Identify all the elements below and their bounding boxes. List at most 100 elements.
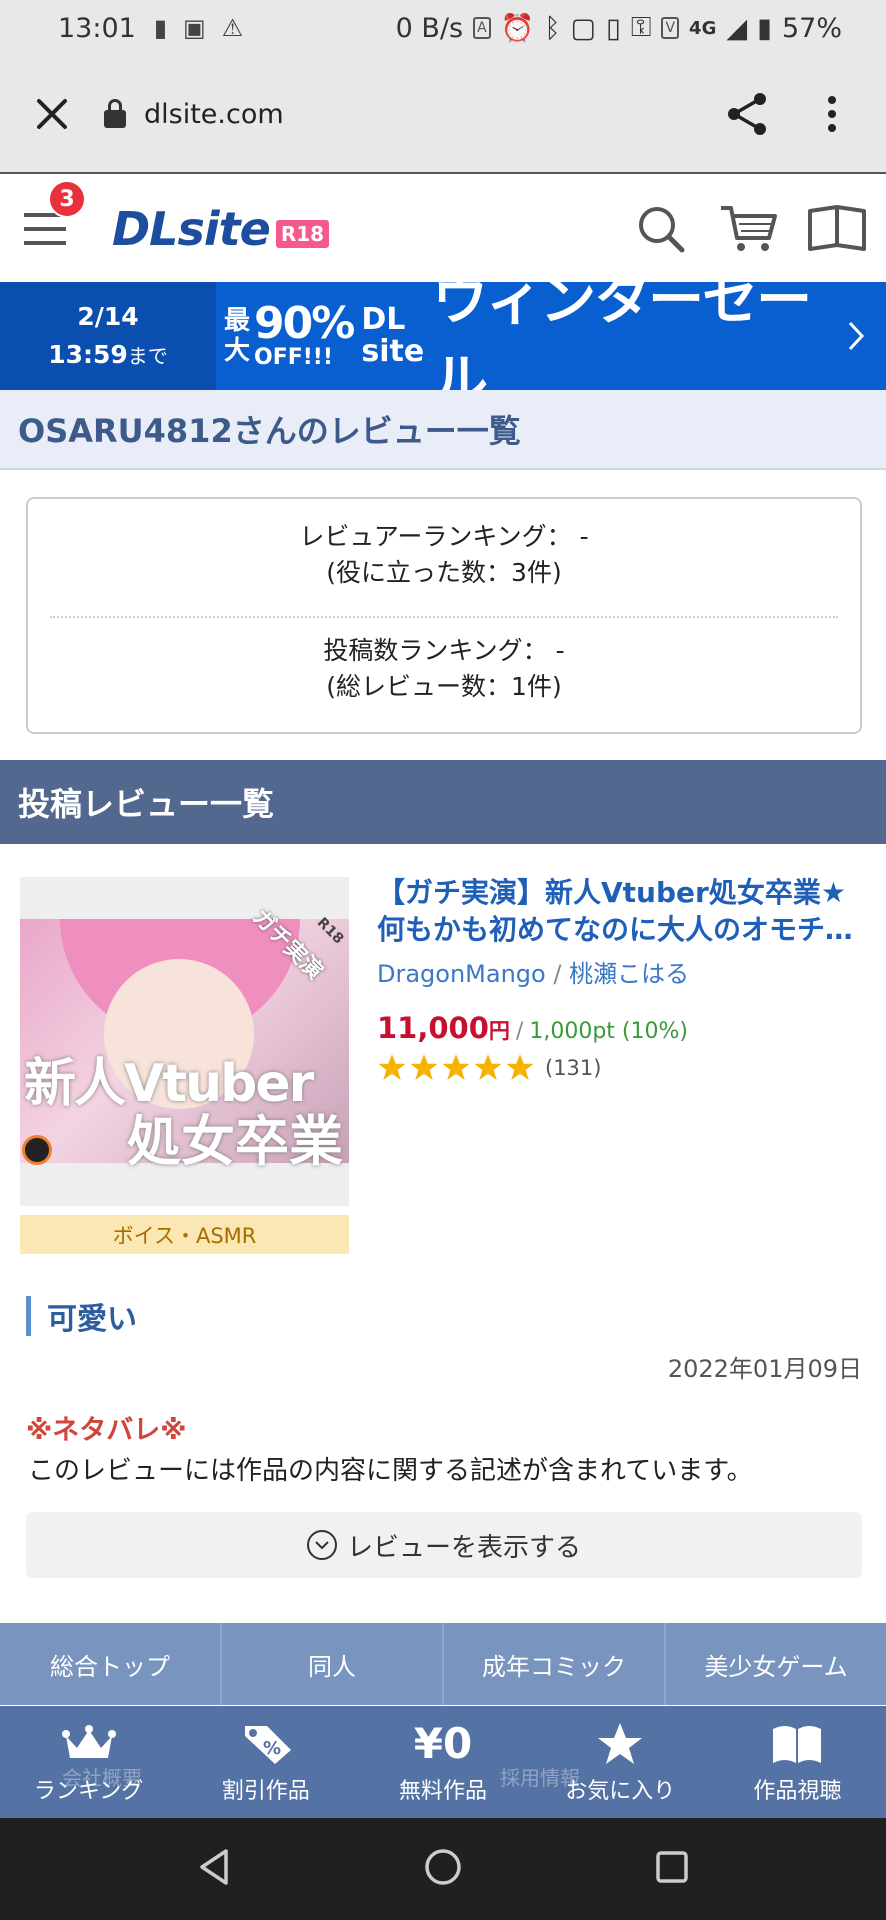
sale-dl: DL	[361, 302, 406, 337]
footer-cat-top[interactable]: 総合トップ	[0, 1623, 222, 1705]
review-date: 2022年01月09日	[667, 1355, 862, 1383]
rating-stars	[377, 1053, 535, 1082]
footer-cat-comic[interactable]: 成年コミック	[444, 1623, 666, 1705]
logo-r18-badge: R18	[275, 220, 330, 248]
sale-site: site	[361, 334, 425, 369]
recents-button[interactable]	[654, 1849, 690, 1889]
home-button[interactable]	[423, 1847, 463, 1891]
cart-icon	[721, 206, 777, 251]
author-link[interactable]: 桃瀬こはる	[569, 960, 689, 988]
price-yen: 円	[488, 1019, 510, 1043]
share-button[interactable]	[702, 55, 792, 173]
rating-star-icon	[378, 1054, 406, 1080]
footer-cat-doujin[interactable]: 同人	[222, 1623, 444, 1705]
show-review-label: レビューを表示する	[346, 1532, 581, 1563]
discount-tag-icon: %	[237, 1719, 295, 1769]
search-button[interactable]	[630, 198, 692, 260]
show-review-button[interactable]: レビューを表示する	[26, 1512, 862, 1578]
menu-button[interactable]: 3	[0, 176, 90, 282]
close-icon	[37, 99, 67, 129]
warning-icon: ⚠	[221, 14, 244, 42]
image-icon: ▣	[183, 14, 206, 42]
circle-logo-icon	[22, 1135, 52, 1165]
more-options-button[interactable]	[792, 55, 872, 173]
ranking-box: レビュアーランキング： - (役に立った数：3件) 投稿数ランキング： - (総…	[26, 497, 862, 734]
nav-viewer[interactable]: 作品視聴	[709, 1706, 886, 1818]
review-title: 可愛い	[26, 1296, 137, 1337]
battery-icon: ▮	[757, 12, 772, 44]
chevron-right-icon	[847, 320, 876, 352]
sale-date: 2/14	[77, 301, 139, 331]
ghost-company-link: 会社概要	[62, 1766, 142, 1790]
sale-title-area: 最大 90% OFF!!! DL site ウィンターセール	[216, 268, 886, 414]
sale-banner[interactable]: 2/14 13:59まで 最大 90% OFF!!! DL site ウィンターセ…	[0, 268, 886, 414]
section-title: 投稿レビュー一覧	[0, 760, 886, 844]
key-icon: ⚿	[630, 12, 652, 43]
nav-discount[interactable]: % 割引作品	[177, 1706, 354, 1818]
browser-toolbar: dlsite.com	[0, 56, 886, 174]
notification-badge: 3	[48, 180, 86, 218]
more-vert-icon	[828, 96, 836, 132]
rating-star-icon	[442, 1054, 470, 1080]
price: 11,000	[377, 1011, 489, 1045]
battery-saver-icon: ▮	[153, 14, 168, 42]
work-title-line-1: 【ガチ実演】新人Vtuber処女卒業★	[377, 876, 846, 909]
net-speed: 0 B/s	[395, 12, 464, 44]
lock-icon	[104, 99, 126, 129]
total-reviews: (総レビュー数：1件)	[326, 672, 562, 701]
alarm-icon: ⏰	[500, 13, 535, 44]
sale-max-1: 最	[224, 306, 251, 336]
free-yen-icon: ¥0	[413, 1719, 473, 1768]
work-image: ガチ実演 R18 新人Vtuber 処女卒業	[20, 905, 349, 1173]
reviewer-ranking: レビュアーランキング： -	[299, 522, 589, 551]
work-info: 【ガチ実演】新人Vtuber処女卒業★ 何もかも初めてなのに大人のオモチャで D…	[377, 874, 872, 1082]
work-thumbnail[interactable]: ガチ実演 R18 新人Vtuber 処女卒業	[20, 877, 349, 1206]
maker-link[interactable]: DragonMango	[377, 960, 546, 988]
thumb-text-2: 処女卒業	[127, 1110, 343, 1173]
points: 1,000pt (10%)	[529, 1019, 688, 1044]
thumb-r18: R18	[313, 914, 347, 948]
maker-separator: /	[553, 960, 562, 988]
rating-star-icon	[474, 1054, 502, 1080]
price-separator: /	[515, 1019, 524, 1044]
divider	[50, 616, 838, 618]
status-bar: 13:01 ▮ ▣ ⚠ 0 B/s A ⏰ ᛒ ▢ ▯ ⚿ V 4G ◢ ▮ 5…	[0, 0, 886, 56]
volte-icon: V	[661, 17, 680, 39]
sale-time: 13:59	[48, 339, 128, 369]
spoiler-description: このレビューには作品の内容に関する記述が含まれています。	[28, 1456, 753, 1486]
network-type: 4G	[689, 17, 717, 39]
book-icon	[808, 205, 866, 251]
rating-star-icon	[410, 1054, 438, 1080]
sale-deadline: 2/14 13:59まで	[0, 282, 216, 390]
nav-discount-label: 割引作品	[221, 1779, 310, 1804]
library-button[interactable]	[806, 198, 868, 260]
signal-icon: ◢	[726, 12, 748, 44]
logo-text: DLsite	[112, 202, 271, 256]
post-ranking: 投稿数ランキング： -	[323, 636, 565, 665]
status-time: 13:01	[58, 12, 136, 44]
footer-cat-game[interactable]: 美少女ゲーム	[666, 1623, 886, 1705]
work-title-line-2: 何もかも初めてなのに大人のオモチャで	[377, 913, 872, 946]
star-icon	[596, 1719, 644, 1769]
share-icon	[728, 93, 766, 135]
nav-free-label: 無料作品	[399, 1779, 488, 1804]
nav-viewer-label: 作品視聴	[753, 1779, 842, 1804]
open-book-icon	[771, 1719, 823, 1769]
nfc-icon: ▢	[570, 12, 597, 44]
category-badge[interactable]: ボイス・ASMR	[20, 1215, 349, 1254]
cart-button[interactable]	[718, 198, 780, 260]
sale-percent: 90%	[254, 298, 355, 349]
spoiler-label: ※ネタバレ※	[26, 1415, 187, 1446]
url-text[interactable]: dlsite.com	[144, 99, 284, 130]
work-title[interactable]: 【ガチ実演】新人Vtuber処女卒業★ 何もかも初めてなのに大人のオモチャで	[377, 874, 872, 948]
close-tab-button[interactable]	[0, 55, 104, 173]
site-logo[interactable]: DLsite R18	[112, 202, 330, 256]
android-nav-bar	[0, 1818, 886, 1920]
svg-text:%: %	[263, 1738, 281, 1759]
nav-favorite-label: お気に入り	[565, 1779, 676, 1804]
helpful-count: (役に立った数：3件)	[326, 558, 562, 587]
back-button[interactable]	[196, 1847, 232, 1891]
recents-square-icon	[656, 1851, 689, 1883]
battery-level: 57%	[781, 12, 842, 44]
ghost-recruit-link: 採用情報	[500, 1766, 580, 1790]
